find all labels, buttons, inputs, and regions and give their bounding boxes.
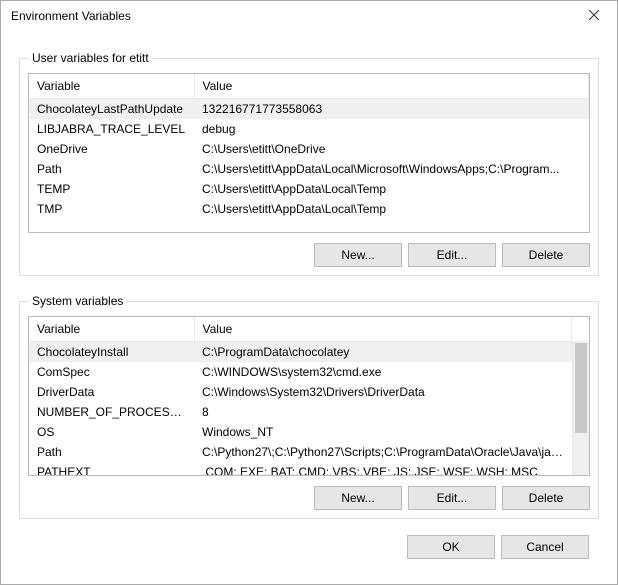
table-row[interactable]: LIBJABRA_TRACE_LEVEL debug: [29, 119, 589, 139]
table-row[interactable]: ChocolateyLastPathUpdate 132216771773558…: [29, 98, 589, 119]
scrollbar-thumb[interactable]: [575, 343, 587, 433]
user-col-variable[interactable]: Variable: [29, 74, 194, 98]
system-variables-table-wrap: Variable Value ChocolateyInstall C:\Prog…: [28, 316, 590, 476]
cell-var: PATHEXT: [29, 462, 194, 477]
table-row[interactable]: ChocolateyInstall C:\ProgramData\chocola…: [29, 341, 572, 362]
cell-var: TMP: [29, 199, 194, 219]
user-variables-group: User variables for etitt Variable Value …: [19, 51, 599, 276]
user-new-button[interactable]: New...: [314, 243, 402, 267]
user-col-value[interactable]: Value: [194, 74, 589, 98]
user-variables-legend: User variables for etitt: [28, 51, 153, 65]
cell-var: TEMP: [29, 179, 194, 199]
cell-var: OneDrive: [29, 139, 194, 159]
cell-var: Path: [29, 442, 194, 462]
system-col-variable[interactable]: Variable: [29, 317, 194, 341]
cell-val: C:\Users\etitt\AppData\Local\Microsoft\W…: [194, 159, 589, 179]
cell-val: debug: [194, 119, 589, 139]
cell-val: C:\Users\etitt\AppData\Local\Temp: [194, 199, 589, 219]
cell-var: NUMBER_OF_PROCESSORS: [29, 402, 194, 422]
cell-var: Path: [29, 159, 194, 179]
system-delete-button[interactable]: Delete: [502, 486, 590, 510]
ok-button[interactable]: OK: [407, 535, 495, 559]
window-title: Environment Variables: [11, 9, 131, 23]
table-row[interactable]: Path C:\Python27\;C:\Python27\Scripts;C:…: [29, 442, 572, 462]
user-variables-table-wrap: Variable Value ChocolateyLastPathUpdate …: [28, 73, 590, 233]
user-delete-button[interactable]: Delete: [502, 243, 590, 267]
cell-val: C:\Python27\;C:\Python27\Scripts;C:\Prog…: [194, 442, 572, 462]
system-variables-group: System variables Variable Value Chocolat…: [19, 294, 599, 519]
system-edit-button[interactable]: Edit...: [408, 486, 496, 510]
table-row[interactable]: Path C:\Users\etitt\AppData\Local\Micros…: [29, 159, 589, 179]
cell-var: ComSpec: [29, 362, 194, 382]
close-icon: [589, 9, 599, 23]
cancel-button[interactable]: Cancel: [501, 535, 589, 559]
table-row[interactable]: OS Windows_NT: [29, 422, 572, 442]
close-button[interactable]: [571, 1, 617, 31]
table-row[interactable]: PATHEXT .COM;.EXE;.BAT;.CMD;.VBS;.VBE;.J…: [29, 462, 572, 477]
table-row[interactable]: TEMP C:\Users\etitt\AppData\Local\Temp: [29, 179, 589, 199]
cell-var: OS: [29, 422, 194, 442]
system-scrollbar[interactable]: [572, 341, 589, 475]
cell-val: .COM;.EXE;.BAT;.CMD;.VBS;.VBE;.JS;.JSE;.…: [194, 462, 572, 477]
cell-val: 8: [194, 402, 572, 422]
cell-val: C:\ProgramData\chocolatey: [194, 341, 572, 362]
cell-val: C:\Windows\System32\Drivers\DriverData: [194, 382, 572, 402]
cell-val: C:\Users\etitt\AppData\Local\Temp: [194, 179, 589, 199]
table-row[interactable]: NUMBER_OF_PROCESSORS 8: [29, 402, 572, 422]
cell-val: Windows_NT: [194, 422, 572, 442]
system-new-button[interactable]: New...: [314, 486, 402, 510]
system-col-value[interactable]: Value: [194, 317, 572, 341]
system-variables-table[interactable]: Variable Value ChocolateyInstall C:\Prog…: [29, 317, 572, 476]
cell-val: 132216771773558063: [194, 98, 589, 119]
cell-var: ChocolateyInstall: [29, 341, 194, 362]
table-row[interactable]: OneDrive C:\Users\etitt\OneDrive: [29, 139, 589, 159]
system-variables-legend: System variables: [28, 294, 127, 308]
cell-var: LIBJABRA_TRACE_LEVEL: [29, 119, 194, 139]
table-row[interactable]: TMP C:\Users\etitt\AppData\Local\Temp: [29, 199, 589, 219]
table-row[interactable]: ComSpec C:\WINDOWS\system32\cmd.exe: [29, 362, 572, 382]
user-variables-table[interactable]: Variable Value ChocolateyLastPathUpdate …: [29, 74, 589, 219]
cell-val: C:\Users\etitt\OneDrive: [194, 139, 589, 159]
user-edit-button[interactable]: Edit...: [408, 243, 496, 267]
table-row[interactable]: DriverData C:\Windows\System32\Drivers\D…: [29, 382, 572, 402]
cell-val: C:\WINDOWS\system32\cmd.exe: [194, 362, 572, 382]
titlebar: Environment Variables: [1, 1, 617, 31]
cell-var: DriverData: [29, 382, 194, 402]
cell-var: ChocolateyLastPathUpdate: [29, 98, 194, 119]
